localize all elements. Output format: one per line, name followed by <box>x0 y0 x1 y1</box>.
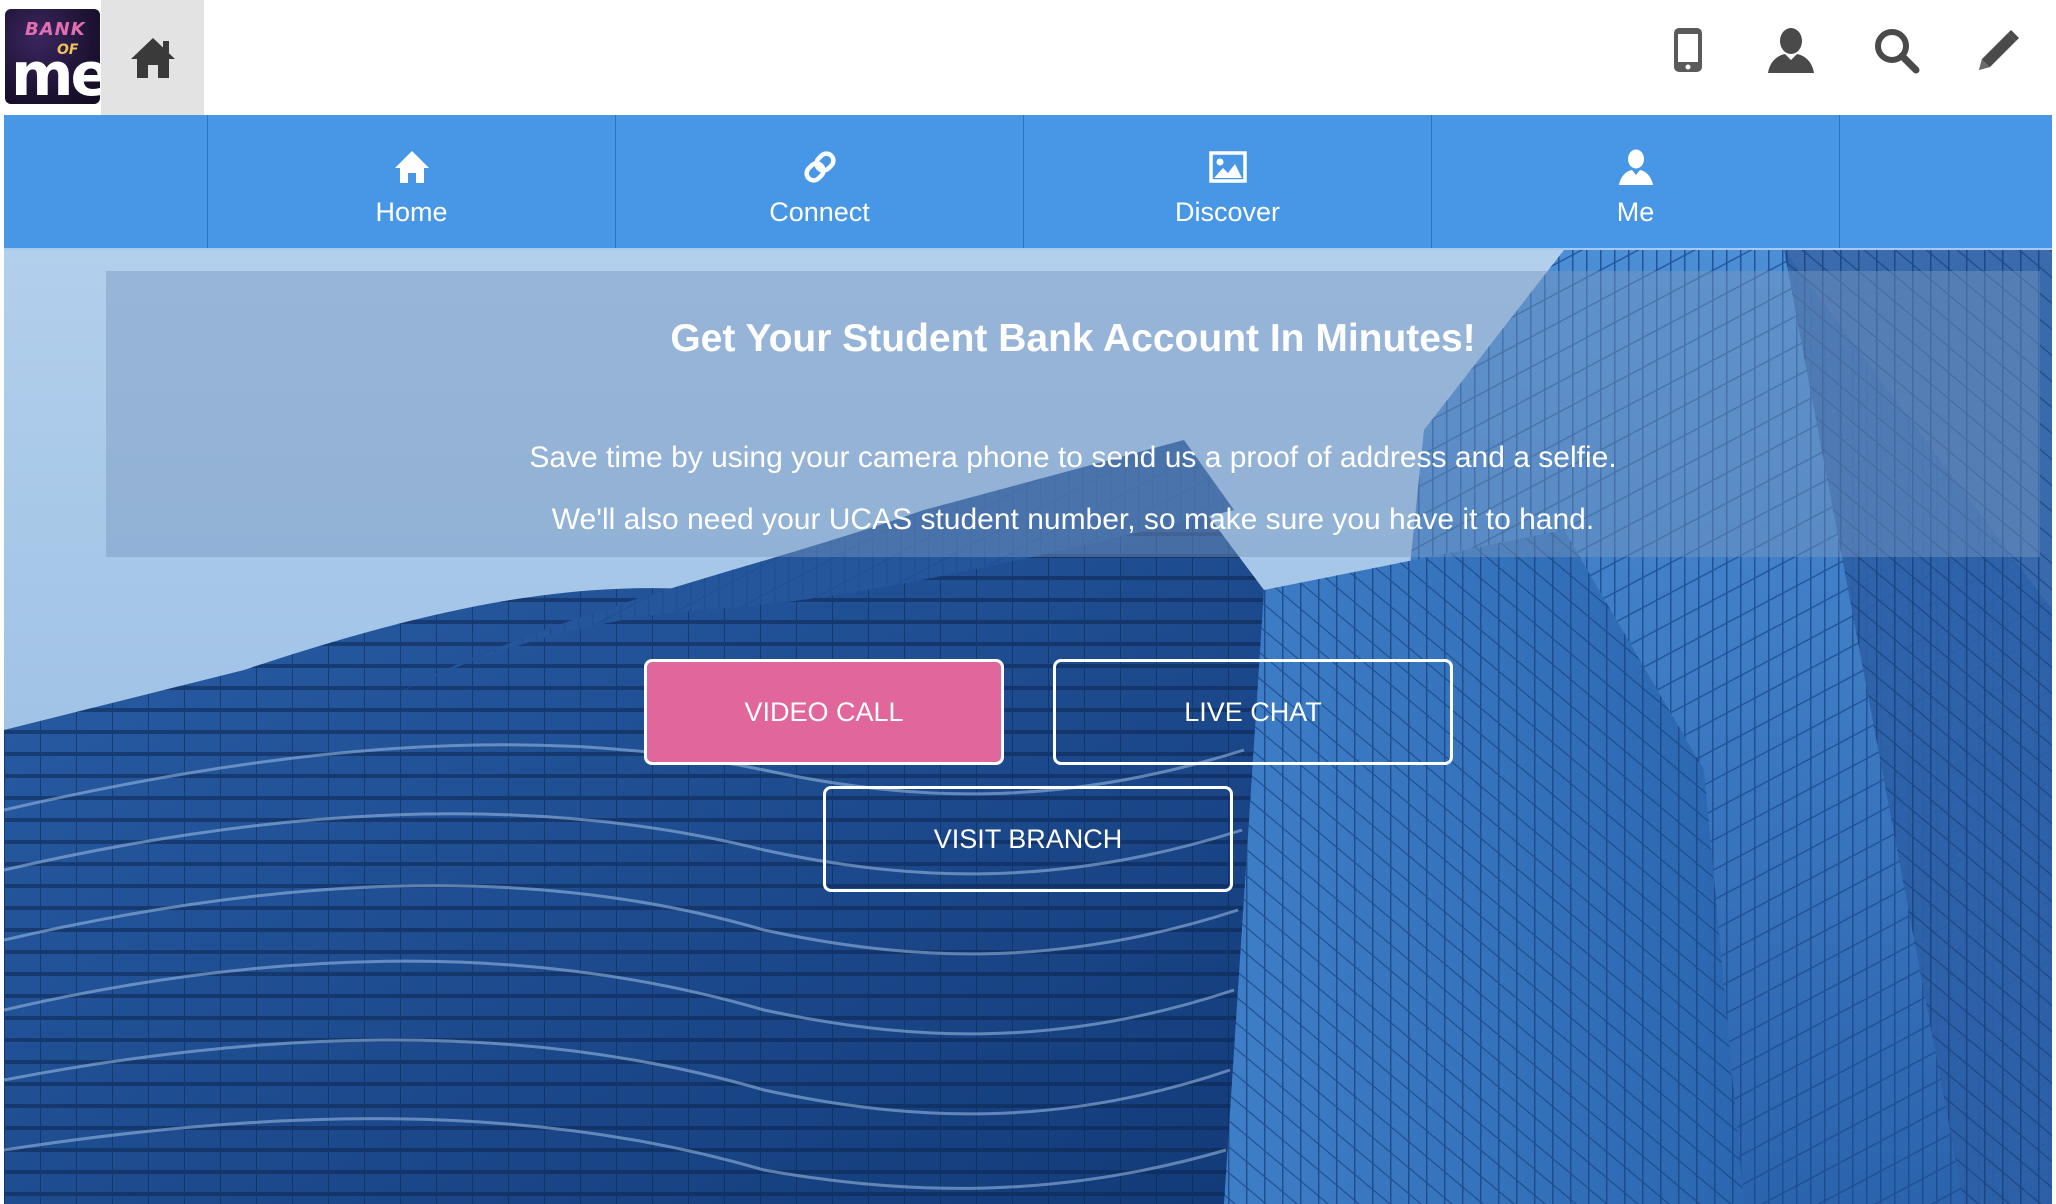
promo-description-line-2: We'll also need your UCAS student number… <box>551 503 1595 536</box>
user-icon <box>1768 28 1814 73</box>
home-button[interactable] <box>101 0 204 115</box>
home-icon <box>130 37 175 78</box>
search-icon <box>1875 29 1920 74</box>
edit-button[interactable] <box>1971 22 2027 78</box>
nav-label-home: Home <box>375 197 448 227</box>
link-icon <box>803 151 836 183</box>
nav-item-me[interactable]: Me <box>1431 115 1839 248</box>
visit-branch-button[interactable]: VISIT BRANCH <box>823 786 1233 892</box>
logo-bank-text: BANK <box>25 19 86 40</box>
account-button[interactable] <box>1763 22 1819 78</box>
hero-section: Get Your Student Bank Account In Minutes… <box>4 250 2052 1204</box>
promo-headline: Get Your Student Bank Account In Minutes… <box>670 317 1476 360</box>
home-icon <box>394 151 429 183</box>
app-frame: BANK OF me Home Connect Discover Me Get … <box>0 0 2056 1204</box>
nav-item-discover[interactable]: Discover <box>1023 115 1431 248</box>
live-chat-button[interactable]: LIVE CHAT <box>1053 659 1453 765</box>
nav-label-discover: Discover <box>1174 197 1281 227</box>
nav-divider <box>1839 115 1840 248</box>
search-button[interactable] <box>1868 22 1924 78</box>
mobile-icon <box>1674 28 1702 72</box>
image-icon <box>1208 151 1247 183</box>
top-bar: BANK OF me <box>0 0 2056 115</box>
nav-item-connect[interactable]: Connect <box>615 115 1023 248</box>
nav-item-home[interactable]: Home <box>207 115 615 248</box>
nav-label-me: Me <box>1616 197 1655 227</box>
promo-text-panel: Get Your Student Bank Account In Minutes… <box>106 271 2040 557</box>
user-icon <box>1618 149 1653 185</box>
logo-me-text: me <box>11 40 100 104</box>
bank-of-me-logo[interactable]: BANK OF me <box>5 9 100 104</box>
mobile-button[interactable] <box>1660 22 1716 78</box>
main-nav: Home Connect Discover Me <box>4 115 2052 250</box>
promo-description-line-1: Save time by using your camera phone to … <box>529 441 1617 474</box>
pencil-icon <box>1979 30 2019 70</box>
video-call-button[interactable]: VIDEO CALL <box>644 659 1004 765</box>
nav-label-connect: Connect <box>769 197 870 227</box>
